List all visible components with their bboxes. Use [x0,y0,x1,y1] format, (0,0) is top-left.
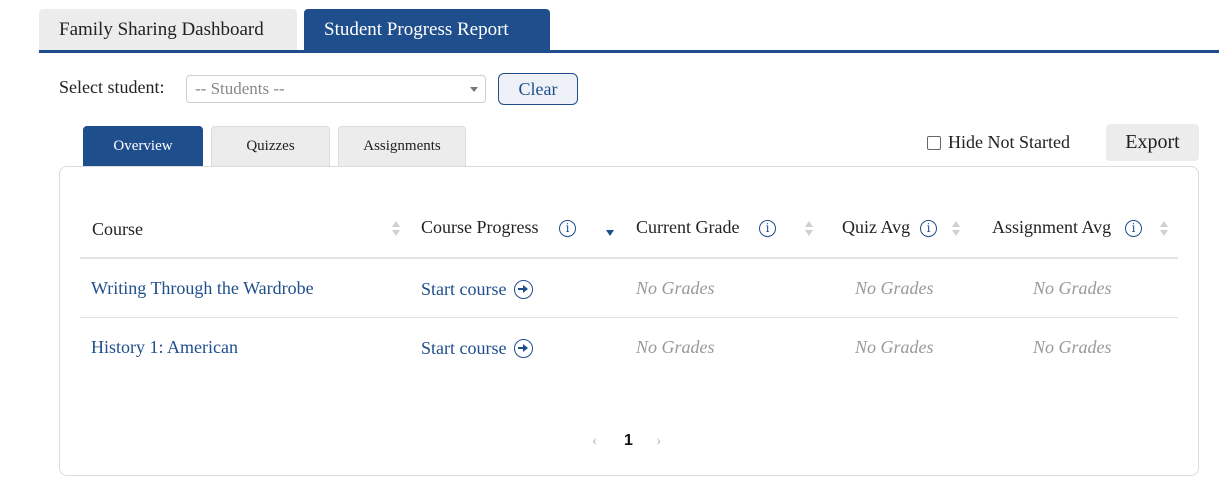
hide-not-started-toggle[interactable]: Hide Not Started [927,132,1070,153]
tab-overview[interactable]: Overview [83,126,203,166]
tab-quizzes[interactable]: Quizzes [211,126,330,166]
student-select-value: -- Students -- [195,79,285,98]
column-header-course-progress[interactable]: Course Progress [421,217,539,238]
arrow-right-circle-icon [514,280,534,299]
info-icon[interactable]: i [559,220,576,237]
hide-not-started-checkbox[interactable] [927,135,941,150]
quiz-avg-value: No Grades [855,337,934,357]
column-header-course[interactable]: Course [92,219,143,240]
header-divider [80,257,1178,259]
current-grade-value: No Grades [636,337,715,357]
assignment-avg-value: No Grades [1033,278,1112,298]
sort-desc-icon[interactable] [606,221,614,237]
sort-icon[interactable] [1160,221,1168,237]
info-icon[interactable]: i [759,220,776,237]
pagination-prev-icon[interactable]: ‹ [592,432,597,450]
tab-assignments[interactable]: Assignments [338,126,466,166]
hide-not-started-label: Hide Not Started [948,132,1070,152]
tab-label: Overview [113,137,173,154]
current-grade-value: No Grades [636,278,715,298]
start-course-link[interactable]: Start course [421,338,534,359]
select-student-label: Select student: [59,77,165,97]
tab-label: Assignments [363,138,441,154]
student-select[interactable]: -- Students -- [186,75,486,103]
sort-icon[interactable] [805,221,813,237]
row-divider [80,317,1178,318]
tab-label: Family Sharing Dashboard [59,18,264,40]
quiz-avg-value: No Grades [855,278,934,298]
start-course-label: Start course [421,338,507,358]
chevron-down-icon [470,87,478,92]
top-tabs: Family Sharing Dashboard Student Progres… [39,9,550,50]
clear-button[interactable]: Clear [498,73,578,105]
tab-family-sharing-dashboard[interactable]: Family Sharing Dashboard [39,9,297,50]
tab-student-progress-report[interactable]: Student Progress Report [304,9,550,50]
sort-icon[interactable] [392,221,400,237]
start-course-label: Start course [421,279,507,299]
course-link[interactable]: Writing Through the Wardrobe [91,278,314,299]
arrow-right-circle-icon [514,339,534,358]
tab-underline [39,50,1219,53]
sub-tabs: Overview Quizzes Assignments [83,126,466,166]
export-button[interactable]: Export [1106,124,1199,161]
column-header-quiz-avg[interactable]: Quiz Avg [842,217,910,238]
overview-panel [59,166,1199,476]
info-icon[interactable]: i [920,220,937,237]
column-header-current-grade[interactable]: Current Grade [636,217,739,238]
tab-label: Quizzes [246,138,295,154]
start-course-link[interactable]: Start course [421,279,534,300]
pagination-current-page[interactable]: 1 [624,432,633,450]
column-header-assignment-avg[interactable]: Assignment Avg [992,217,1111,238]
info-icon[interactable]: i [1125,220,1142,237]
course-link[interactable]: History 1: American [91,337,238,358]
sort-icon[interactable] [952,221,960,237]
assignment-avg-value: No Grades [1033,337,1112,357]
pagination-next-icon[interactable]: › [656,432,661,450]
tab-label: Student Progress Report [324,18,509,40]
